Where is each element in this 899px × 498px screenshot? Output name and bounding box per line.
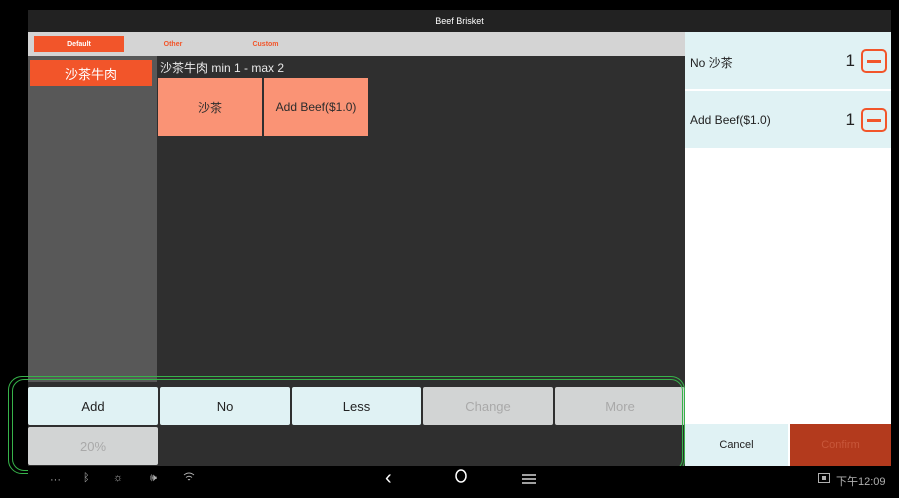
selected-item-qty: 1 — [845, 51, 855, 70]
back-icon[interactable]: ‹ — [385, 467, 392, 490]
clock: 下午12:09 — [836, 476, 886, 488]
window-title: Beef Brisket — [435, 16, 484, 26]
more-dots-icon[interactable]: ··· — [50, 474, 61, 486]
minus-icon[interactable] — [861, 49, 887, 73]
selected-item-name: Add Beef($1.0) — [690, 113, 771, 127]
system-nav-bar: ··· ᛒ ☼ 🕪 ‹ 下午12:09 — [28, 466, 891, 498]
tab-bar: Default Other Custom — [28, 32, 685, 56]
confirm-button[interactable]: Confirm — [790, 424, 891, 466]
brightness-icon[interactable]: ☼ — [113, 472, 123, 484]
bluetooth-off-icon[interactable]: ᛒ — [83, 472, 90, 484]
title-bar: Beef Brisket — [28, 10, 891, 32]
minus-icon[interactable] — [861, 108, 887, 132]
option-button[interactable]: Add Beef($1.0) — [264, 78, 368, 136]
recents-icon[interactable] — [521, 472, 537, 487]
selected-item: No 沙茶 1 — [685, 32, 891, 91]
selected-item-name: No 沙茶 — [690, 56, 733, 70]
tab-custom[interactable]: Custom — [238, 36, 293, 52]
highlight-outline — [12, 379, 683, 471]
option-button[interactable]: 沙茶 — [158, 78, 262, 136]
tab-other[interactable]: Other — [148, 36, 198, 52]
cancel-button[interactable]: Cancel — [685, 424, 788, 466]
tab-default[interactable]: Default — [34, 36, 124, 52]
selected-item-qty: 1 — [845, 110, 855, 129]
home-icon[interactable] — [453, 468, 469, 487]
selected-item: Add Beef($1.0) 1 — [685, 91, 891, 150]
category-item[interactable]: 沙茶牛肉 — [30, 60, 152, 86]
category-panel — [28, 56, 157, 382]
volume-icon[interactable]: 🕪 — [150, 472, 157, 485]
screenshot-icon[interactable] — [818, 473, 830, 486]
wifi-icon[interactable] — [183, 472, 195, 485]
option-group-label: 沙茶牛肉 min 1 - max 2 — [160, 61, 285, 75]
